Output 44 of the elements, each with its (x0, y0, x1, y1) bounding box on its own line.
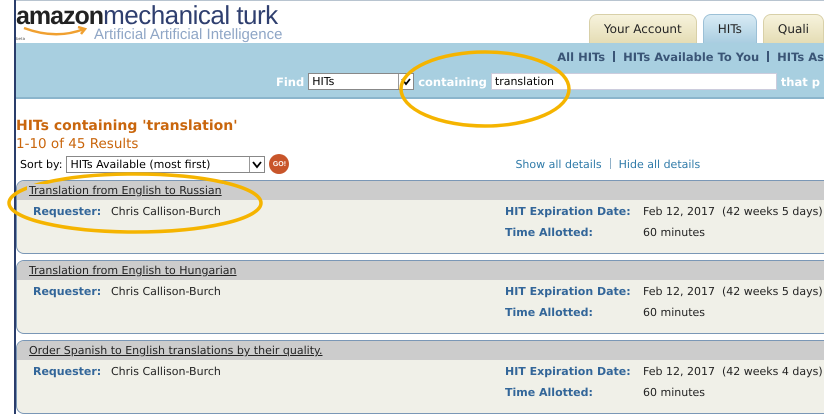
results-heading: HITs containing 'translation' (16, 117, 239, 135)
time-allotted-label: Time Allotted: (505, 305, 594, 320)
hit-title-link[interactable]: Translation from English to Russian (27, 184, 224, 197)
time-allotted: 60 minutes (643, 385, 706, 400)
product-name: mechanical turk (103, 4, 278, 26)
expiration-label: HIT Expiration Date: (505, 284, 632, 299)
nav-link[interactable]: HITs As (777, 50, 824, 64)
nav-link[interactable]: HITs Available To You (623, 50, 760, 64)
sort-dropdown[interactable]: HITs Available (most first) (66, 156, 266, 172)
requester-name: Chris Callison-Burch (111, 364, 222, 379)
hit-title-link[interactable]: Translation from English to Hungarian (27, 264, 239, 277)
smile-arrow-icon (22, 26, 90, 38)
sort-label: Sort by: (20, 158, 62, 170)
search-suffix-label: that p (780, 74, 820, 89)
hit-title-link[interactable]: Order Spanish to English translations by their quality. (27, 344, 324, 357)
details-link[interactable]: Show all details (515, 158, 602, 170)
brand-logo: amazon (16, 4, 104, 27)
dropdown-caret-icon (398, 74, 414, 90)
tagline: Artificial Artificial Intelligence (94, 26, 282, 43)
nav-tab[interactable]: HITs (702, 14, 757, 43)
requester-label: Requester: (33, 204, 102, 219)
expiration-label: HIT Expiration Date: (505, 364, 632, 379)
requester-label: Requester: (33, 364, 102, 379)
result-count: 1-10 of 45 Results (16, 135, 140, 153)
nav-tab[interactable]: Quali (762, 14, 824, 43)
type-dropdown[interactable]: HITs (308, 73, 414, 90)
nav-tab[interactable]: Your Account (588, 14, 697, 43)
expiration-date: Feb 12, 2017 (42 weeks 4 days) (643, 364, 824, 379)
requester-name: Chris Callison-Burch (111, 204, 222, 219)
requester-name: Chris Callison-Burch (111, 284, 222, 299)
nav-link[interactable]: All HITs (557, 50, 606, 64)
containing-label: containing (418, 74, 487, 89)
dropdown-caret-icon (249, 156, 264, 172)
details-link[interactable]: Hide all details (618, 158, 700, 170)
requester-label: Requester: (33, 284, 102, 299)
search-field[interactable]: translation (490, 73, 777, 90)
time-allotted: 60 minutes (643, 305, 706, 320)
expiration-label: HIT Expiration Date: (505, 204, 632, 219)
find-label: Find (276, 74, 304, 89)
expiration-date: Feb 12, 2017 (42 weeks 5 days) (643, 284, 824, 299)
time-allotted-label: Time Allotted: (505, 225, 594, 240)
time-allotted: 60 minutes (643, 225, 706, 240)
time-allotted-label: Time Allotted: (505, 385, 594, 400)
expiration-date: Feb 12, 2017 (42 weeks 5 days) (643, 204, 824, 219)
